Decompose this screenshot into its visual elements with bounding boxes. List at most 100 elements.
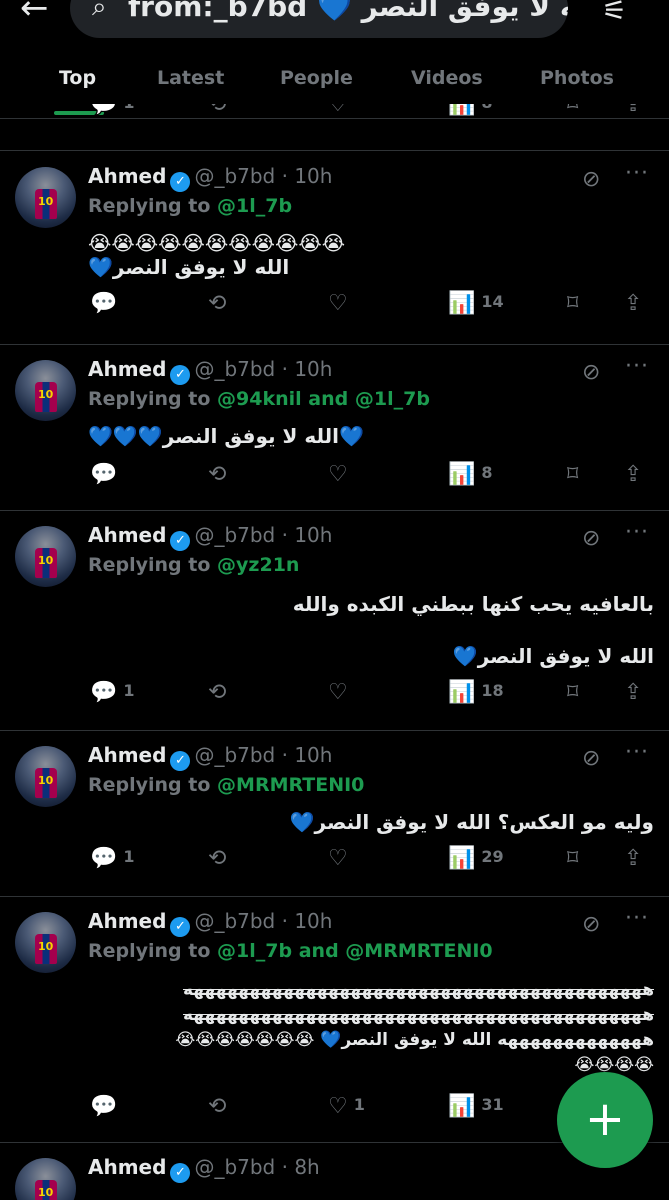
grok-icon[interactable]: ⊘ — [582, 360, 600, 385]
tweet[interactable]: 10 Ahmed ✓ @_b7bd · 10h ⊘ ··· Replying to … — [0, 730, 669, 897]
reply-icon[interactable]: 💬1 — [90, 104, 135, 117]
views-icon[interactable]: 📊 18 — [448, 680, 504, 705]
grok-icon[interactable]: ⊘ — [582, 526, 600, 551]
grok-icon[interactable]: ⊘ — [582, 912, 600, 937]
views-icon[interactable]: 📊8 — [448, 462, 493, 487]
plus-icon: + — [584, 1091, 626, 1147]
author-name[interactable]: Ahmed — [88, 743, 166, 767]
tweet-header: Ahmed ✓ @_b7bd · 8h — [88, 1155, 320, 1183]
retweet-icon[interactable]: ⟲ — [208, 462, 226, 487]
like-icon[interactable]: ♡ — [328, 291, 354, 316]
like-icon[interactable]: ♡ 1 — [328, 1094, 365, 1119]
reply-icon[interactable]: 💬 — [90, 462, 123, 487]
views-icon[interactable]: 📊 29 — [448, 846, 504, 871]
mention-link[interactable]: @94knil — [217, 388, 302, 410]
tweet-time[interactable]: 10h — [294, 164, 332, 188]
mention-link[interactable]: @1l_7b — [217, 195, 292, 217]
search-input[interactable]: ⌕ from:_b7bd 💙 الله لا يوفق النصر — [70, 0, 568, 38]
reply-icon[interactable]: 💬 — [90, 1094, 123, 1119]
search-query[interactable]: from:_b7bd 💙 الله لا يوفق النصر — [128, 0, 568, 23]
filter-icon[interactable]: ⚟ — [602, 0, 627, 27]
like-icon[interactable]: ♡ — [328, 104, 348, 117]
tab-top[interactable]: Top — [59, 67, 96, 89]
author-name[interactable]: Ahmed — [88, 523, 166, 547]
reply-icon[interactable]: 💬1 — [90, 846, 135, 871]
like-icon[interactable]: ♡ — [328, 846, 354, 871]
tweet[interactable]: 10 Ahmed ✓ @_b7bd · 10h ⊘ ··· Replying to … — [0, 344, 669, 511]
bookmark-icon[interactable]: ⌑ — [567, 291, 578, 316]
tweet-header: Ahmed ✓ @_b7bd · 10h — [88, 523, 332, 551]
more-options-icon[interactable]: ··· — [625, 520, 649, 545]
like-icon[interactable]: ♡ — [328, 462, 354, 487]
back-arrow-icon[interactable]: ← — [20, 0, 49, 28]
search-icon: ⌕ — [92, 0, 107, 22]
reply-icon[interactable]: 💬 — [90, 291, 123, 316]
grok-icon[interactable]: ⊘ — [582, 167, 600, 192]
author-handle[interactable]: @_b7bd — [194, 164, 275, 188]
retweet-icon[interactable]: ⟲ — [208, 680, 226, 705]
views-icon[interactable]: 📊8 — [448, 104, 493, 117]
tweet-time[interactable]: 10h — [294, 909, 332, 933]
more-options-icon[interactable]: ··· — [625, 354, 649, 379]
avatar[interactable]: 10 — [15, 167, 76, 228]
tab-people[interactable]: People — [280, 67, 353, 89]
tab-latest[interactable]: Latest — [157, 67, 224, 89]
mention-link[interactable]: @1l_7b — [355, 388, 430, 410]
author-handle[interactable]: @_b7bd — [194, 743, 275, 767]
tweet-actions: 💬 1 ⟲ ♡ 📊 18 ⌑ ⇪ — [0, 680, 669, 720]
retweet-icon[interactable]: ⟲ — [208, 291, 226, 316]
retweet-icon[interactable]: ⟲ — [208, 104, 226, 117]
bookmark-icon[interactable]: ⌑ — [567, 846, 578, 871]
avatar[interactable]: 10 — [15, 912, 76, 973]
bookmark-icon[interactable]: ⌑ — [567, 104, 578, 117]
tweet-time[interactable]: 10h — [294, 523, 332, 547]
author-name[interactable]: Ahmed — [88, 357, 166, 381]
more-options-icon[interactable]: ··· — [625, 740, 649, 765]
share-icon[interactable]: ⇪ — [624, 680, 642, 705]
like-icon[interactable]: ♡ — [328, 680, 354, 705]
tweet-time[interactable]: 8h — [294, 1155, 319, 1179]
tab-videos[interactable]: Videos — [411, 67, 483, 89]
tweet-text: وليه مو العكس؟ الله لا يوفق النصر💙 — [289, 810, 654, 834]
mention-link[interactable]: @1l_7b — [217, 940, 292, 962]
views-icon[interactable]: 📊 14 — [448, 291, 504, 316]
author-name[interactable]: Ahmed — [88, 164, 166, 188]
tweet[interactable]: 10 Ahmed ✓ @_b7bd · 10h ⊘ ··· Replying to … — [0, 151, 669, 345]
author-name[interactable]: Ahmed — [88, 1155, 166, 1179]
replying-to: Replying to @MRMRTENI0 — [88, 774, 365, 796]
author-handle[interactable]: @_b7bd — [194, 909, 275, 933]
tweet[interactable]: 10 Ahmed ✓ @_b7bd · 10h ⊘ ··· Replying to … — [0, 510, 669, 731]
verified-badge-icon: ✓ — [170, 1163, 191, 1183]
share-icon[interactable]: ⇪ — [624, 291, 642, 316]
avatar[interactable]: 10 — [15, 746, 76, 807]
more-options-icon[interactable]: ··· — [625, 161, 649, 186]
avatar[interactable]: 10 — [15, 1158, 76, 1200]
retweet-icon[interactable]: ⟲ — [208, 846, 226, 871]
tweet-time[interactable]: 10h — [294, 357, 332, 381]
share-icon[interactable]: ⇪ — [624, 846, 642, 871]
bookmark-icon[interactable]: ⌑ — [567, 680, 578, 705]
reply-icon[interactable]: 💬1 — [90, 680, 135, 705]
tweet-time[interactable]: 10h — [294, 743, 332, 767]
author-name[interactable]: Ahmed — [88, 909, 166, 933]
grok-icon[interactable]: ⊘ — [582, 746, 600, 771]
mention-link[interactable]: @MRMRTENI0 — [345, 940, 492, 962]
share-icon[interactable]: ⇪ — [624, 462, 642, 487]
compose-button[interactable]: + — [557, 1072, 653, 1168]
verified-badge-icon: ✓ — [170, 751, 191, 771]
mention-link[interactable]: @yz21n — [217, 554, 299, 576]
avatar[interactable]: 10 — [15, 360, 76, 421]
more-options-icon[interactable]: ··· — [625, 906, 649, 931]
share-icon[interactable]: ⇪ — [624, 104, 642, 117]
bookmark-icon[interactable]: ⌑ — [567, 462, 578, 487]
author-handle[interactable]: @_b7bd — [194, 1155, 275, 1179]
top-bar: ← ⌕ from:_b7bd 💙 الله لا يوفق النصر ⚟ — [0, 0, 669, 40]
tab-photos[interactable]: Photos — [540, 67, 614, 89]
author-handle[interactable]: @_b7bd — [194, 523, 275, 547]
verified-badge-icon: ✓ — [170, 531, 191, 551]
author-handle[interactable]: @_b7bd — [194, 357, 275, 381]
mention-link[interactable]: @MRMRTENI0 — [217, 774, 364, 796]
retweet-icon[interactable]: ⟲ — [208, 1094, 226, 1119]
views-icon[interactable]: 📊 31 — [448, 1094, 504, 1119]
avatar[interactable]: 10 — [15, 526, 76, 587]
